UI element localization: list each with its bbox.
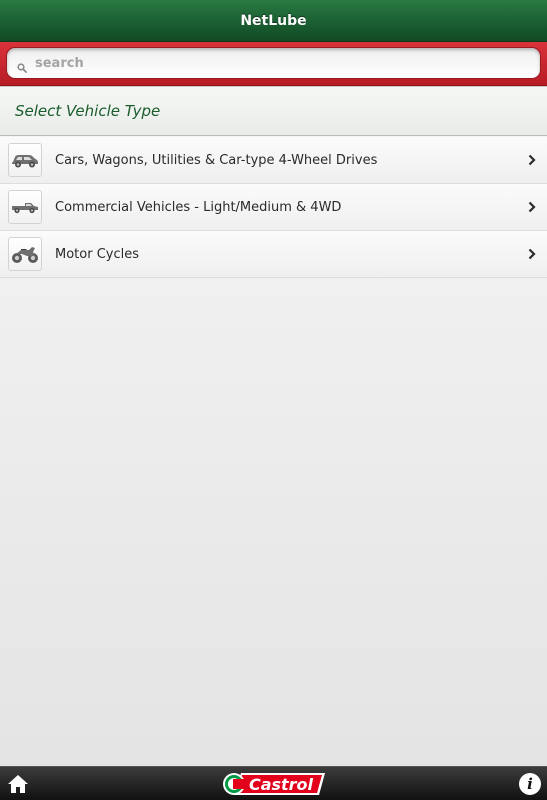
title-bar: NetLube bbox=[0, 0, 547, 42]
list-item-commercial[interactable]: Commercial Vehicles - Light/Medium & 4WD bbox=[0, 184, 547, 231]
footer-toolbar: Castrol i bbox=[0, 766, 547, 800]
home-icon[interactable] bbox=[6, 773, 30, 795]
search-field[interactable] bbox=[6, 47, 541, 79]
chevron-right-icon bbox=[527, 154, 537, 166]
info-icon[interactable]: i bbox=[519, 773, 541, 795]
search-icon bbox=[17, 58, 27, 73]
chevron-right-icon bbox=[527, 248, 537, 260]
search-input[interactable] bbox=[35, 49, 515, 77]
list-item-label: Motor Cycles bbox=[55, 246, 139, 262]
list-item-label: Cars, Wagons, Utilities & Car-type 4-Whe… bbox=[55, 152, 378, 168]
list-item-motorcycles[interactable]: Motor Cycles bbox=[0, 231, 547, 278]
car-icon bbox=[8, 143, 42, 177]
list-item-label: Commercial Vehicles - Light/Medium & 4WD bbox=[55, 199, 342, 215]
truck-icon bbox=[8, 190, 42, 224]
section-title: Select Vehicle Type bbox=[15, 102, 161, 120]
motorcycle-icon bbox=[8, 237, 42, 271]
chevron-right-icon bbox=[527, 201, 537, 213]
castrol-logo: Castrol bbox=[221, 770, 327, 798]
vehicle-type-list: Cars, Wagons, Utilities & Car-type 4-Whe… bbox=[0, 137, 547, 278]
app-title: NetLube bbox=[240, 12, 307, 29]
list-item-cars[interactable]: Cars, Wagons, Utilities & Car-type 4-Whe… bbox=[0, 137, 547, 184]
logo-text: Castrol bbox=[249, 775, 314, 794]
search-bar bbox=[0, 42, 547, 86]
section-header: Select Vehicle Type bbox=[0, 86, 547, 136]
